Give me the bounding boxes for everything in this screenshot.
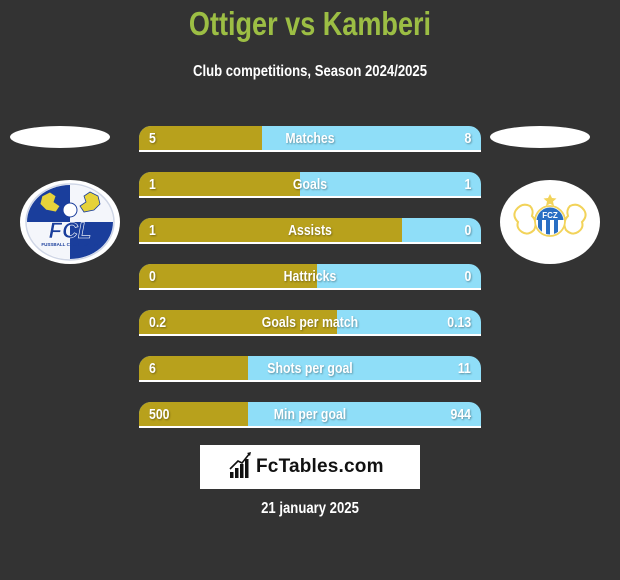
left-value: 500: [149, 406, 170, 423]
brand-name: FcTables.com: [256, 456, 384, 477]
stat-label: Goals: [292, 176, 328, 193]
right-value: 8: [464, 130, 471, 147]
stat-label: Assists: [288, 222, 332, 239]
brand-banner[interactable]: FcTables.com: [200, 445, 420, 489]
stat-row-assists: 1 Assists 0: [139, 218, 481, 244]
stat-row-min-per-goal: 500 Min per goal 944: [139, 402, 481, 428]
right-value: 0: [464, 268, 471, 285]
report-date: 21 january 2025: [261, 500, 359, 517]
stat-label: Min per goal: [273, 406, 347, 423]
left-value: 5: [149, 130, 156, 147]
stat-label: Shots per goal: [267, 360, 353, 377]
left-team-logo[interactable]: FCL FUSSBALL CLUB LUZERN: [20, 180, 120, 264]
right-value: 1: [464, 176, 471, 193]
left-value: 1: [149, 176, 156, 193]
fc-zurich-crest-icon: FCZ: [513, 194, 587, 237]
left-player-placeholder: [10, 126, 110, 148]
right-value: 11: [457, 360, 471, 377]
stat-row-matches: 5 Matches 8: [139, 126, 481, 152]
stat-row-goals-per-match: 0.2 Goals per match 0.13: [139, 310, 481, 336]
left-value: 6: [149, 360, 156, 377]
svg-text:FCZ: FCZ: [542, 211, 558, 220]
bar-chart-trend-icon: [229, 452, 251, 478]
fc-luzern-crest-icon: FCL FUSSBALL CLUB LUZERN: [25, 183, 115, 261]
svg-text:FUSSBALL CLUB LUZERN: FUSSBALL CLUB LUZERN: [41, 242, 98, 247]
right-value: 0: [464, 222, 471, 239]
stat-row-hattricks: 0 Hattricks 0: [139, 264, 481, 290]
right-value: 0.13: [447, 314, 471, 331]
right-team-logo[interactable]: FCZ: [500, 180, 600, 264]
stat-row-shots-per-goal: 6 Shots per goal 11: [139, 356, 481, 382]
stat-label: Hattricks: [283, 268, 337, 285]
left-value: 0.2: [149, 314, 167, 331]
right-player-placeholder: [490, 126, 590, 148]
page-title: Ottiger vs Kamberi: [188, 5, 432, 42]
svg-text:FCL: FCL: [49, 218, 92, 243]
stat-label: Goals per match: [261, 314, 359, 331]
stat-row-goals: 1 Goals 1: [139, 172, 481, 198]
left-value: 1: [149, 222, 156, 239]
page-subtitle: Club competitions, Season 2024/2025: [192, 63, 428, 80]
left-value: 0: [149, 268, 156, 285]
right-value: 944: [450, 406, 471, 423]
stat-label: Matches: [285, 130, 335, 147]
